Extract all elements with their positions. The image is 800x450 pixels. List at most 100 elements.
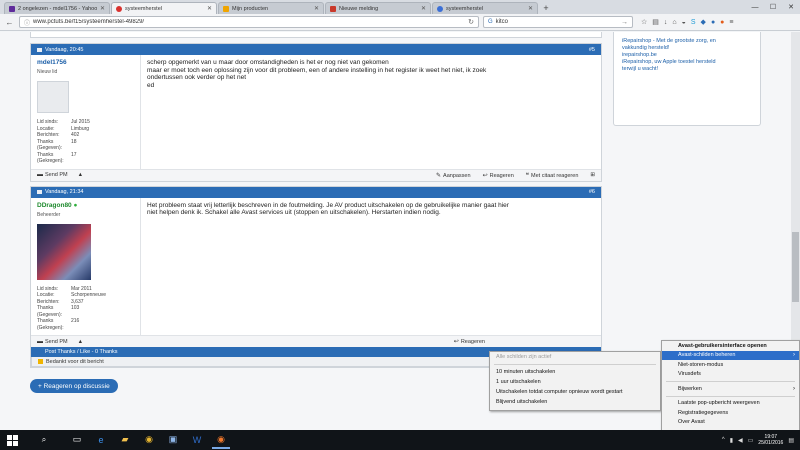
back-arrow-icon[interactable]: ← [4,17,15,28]
message-line: ed [147,81,155,89]
avatar[interactable] [37,81,69,113]
chrome-icon[interactable]: ◉ [140,431,158,449]
reply-with-quote-button[interactable]: ❝ Met citaat reageren [526,172,579,179]
report-warning-icon[interactable]: ▲ [78,339,83,345]
menu-item-manage-shields[interactable]: Avast-schilden beheren › [662,350,799,360]
language-icon[interactable]: ▭ [748,437,754,444]
taskbar-search-icon[interactable]: ⌕ [24,430,64,450]
menu-item-open-avast[interactable]: Avast-gebruikersinterface openen [662,341,799,351]
browser-tab-yahoo[interactable]: 2 ongelezen - mdel1756 - Yahoo ✕ [4,2,110,14]
network-icon[interactable]: ▮ [730,437,733,444]
window-controls: — ☐ ✕ [746,0,800,14]
edge-browser-icon[interactable]: e [92,431,110,449]
menu-item-virus-definitions[interactable]: Virusdefs [662,370,799,380]
menu-icon[interactable]: ≡ [729,19,733,26]
post-number-link[interactable]: #6 [589,189,595,195]
notifications-icon[interactable]: ▤ [788,437,794,444]
post-footer: ▬ Send PM ▲ ✎ Aanpassen ↩ Reageren ❝ Met cit… [31,168,601,181]
pocket-icon[interactable]: ◒ [682,19,686,26]
close-window-icon[interactable]: ✕ [782,0,800,14]
home-icon[interactable]: ⌂ [672,19,676,26]
tab-close-icon[interactable]: ✕ [528,5,533,12]
multi-quote-icon[interactable]: ⊞ [590,172,595,178]
tray-expand-icon[interactable]: ^ [722,437,725,443]
firefox-icon[interactable]: ◉ [212,431,230,449]
stat-key: Thanks (Gegeven): [37,138,63,152]
search-input[interactable]: kitco [496,19,618,25]
menu-item-update[interactable]: Bijwerken › [662,384,799,394]
menu-item-all-shields-active: Alle schilden zijn actief [496,354,552,360]
reply-button[interactable]: ↩ Reageren [454,338,485,345]
ad-line: vakkundig hersteld! [622,45,670,51]
menu-item-label: Avast-schilden beheren [678,352,736,359]
tab-close-icon[interactable]: ✕ [421,5,426,12]
menu-item-disable-1-hour[interactable]: 1 uur uitschakelen [490,377,660,387]
browser-tab-nieuwe-melding[interactable]: Nieuwe melding ✕ [325,2,431,14]
send-pm-button[interactable]: ▬ Send PM [37,339,68,345]
shield-icon[interactable]: ◆ [701,18,706,26]
edit-button[interactable]: ✎ Aanpassen [436,172,471,179]
post-body: DDragon80 ● Beheerder Lid sinds: Mar 2011… [31,197,601,335]
menu-item-last-popup[interactable]: Laatste pop-upbericht weergeven [662,399,799,409]
browser-tab-mijn-producten[interactable]: Mijn producten ✕ [218,2,324,14]
ad-link[interactable]: irepairshop.be [622,52,752,59]
new-tab-button[interactable]: + [539,2,553,14]
send-pm-label: Send PM [45,172,68,178]
search-bar[interactable]: G kitco → [483,16,633,28]
reply-icon: ↩ [482,172,488,179]
menu-item-registration[interactable]: Registratiegegevens [662,408,799,418]
pencil-icon: ✎ [436,172,442,179]
minimize-icon[interactable]: — [746,0,764,14]
menu-item-disable-permanently[interactable]: Blijvend uitschakelen [490,397,660,407]
chat-icon[interactable]: ● [711,19,715,26]
browser-tab-systeemherstel-2[interactable]: systeemherstel ✕ [432,2,538,14]
toolbar-icons: ☆ ▤ ↓ ⌂ ◒ S ◆ ● ● ≡ [641,18,734,27]
menu-item-disable-10-min[interactable]: 10 minuten uitschakelen [490,367,660,377]
scrollbar-thumb[interactable] [792,232,799,302]
reply-button[interactable]: ↩ Reageren [483,172,514,179]
previous-thanks-strip [30,32,602,38]
task-view-icon[interactable]: ▭ [68,431,86,449]
start-button[interactable] [0,430,24,450]
sidebar-ad[interactable]: iRepairshop - Met de grootste zorg, en v… [613,32,761,126]
skype-icon[interactable]: S [691,19,696,26]
post-date: Vandaag, 21:34 [37,189,83,195]
menu-item-do-not-disturb[interactable]: Niet-storen-modus [662,360,799,370]
pm-icon: ▬ [37,172,43,178]
tab-close-icon[interactable]: ✕ [314,5,319,12]
reading-list-icon[interactable]: ▤ [652,18,659,26]
username-link[interactable]: mdel1756 [37,59,134,66]
volume-icon[interactable]: ◀ [738,437,743,444]
menu-item-disable-until-restart[interactable]: Uitschakelen totdat computer opnieuw wor… [490,387,660,397]
ad-line: iRepairshop, uw Apple toestel hersteld [622,59,716,65]
word-icon[interactable]: W [188,431,206,449]
maximize-icon[interactable]: ☐ [764,0,782,14]
quote-icon: ❝ [525,172,529,179]
post-message: Het probleem staat vrij letterlijk besch… [141,198,601,333]
reply-icon: ↩ [453,339,459,345]
file-explorer-icon[interactable]: ▰ [116,431,134,449]
extension-icon[interactable]: ● [720,19,724,26]
taskbar-clock[interactable]: 19:07 25/01/2016 [758,434,783,446]
star-icon[interactable]: ☆ [641,18,647,26]
avatar[interactable] [37,223,91,280]
post-number-link[interactable]: #5 [589,47,595,53]
photos-icon[interactable]: ▣ [164,431,182,449]
tab-close-icon[interactable]: ✕ [207,5,212,12]
reply-to-thread-button[interactable]: + Reageren op discussie [30,379,118,393]
user-stat: Thanks (Gekregen): 216 [37,318,134,331]
tab-close-icon[interactable]: ✕ [100,5,105,12]
search-arrow-icon[interactable]: → [621,19,628,26]
download-icon[interactable]: ↓ [664,19,668,26]
browser-tab-systeemherstel[interactable]: systeemherstel ✕ [111,2,217,14]
reload-icon[interactable]: ↻ [468,18,474,26]
report-warning-icon[interactable]: ▲ [78,172,83,178]
post-header-bar: Vandaag, 20:45 #5 [31,44,601,55]
username-link[interactable]: DDragon80 ● [37,202,134,209]
message-line: maar er moet toch een oplossing zijn voo… [147,66,487,74]
send-pm-button[interactable]: ▬ Send PM [37,172,68,178]
tab-label: 2 ongelezen - mdel1756 - Yahoo [18,5,97,12]
address-bar[interactable]: ⓘ www.pctuts.be/f15/systeemherstel-49829… [19,16,479,28]
gmail-favicon-icon [330,5,336,12]
menu-item-about-avast[interactable]: Over Avast [662,418,799,428]
